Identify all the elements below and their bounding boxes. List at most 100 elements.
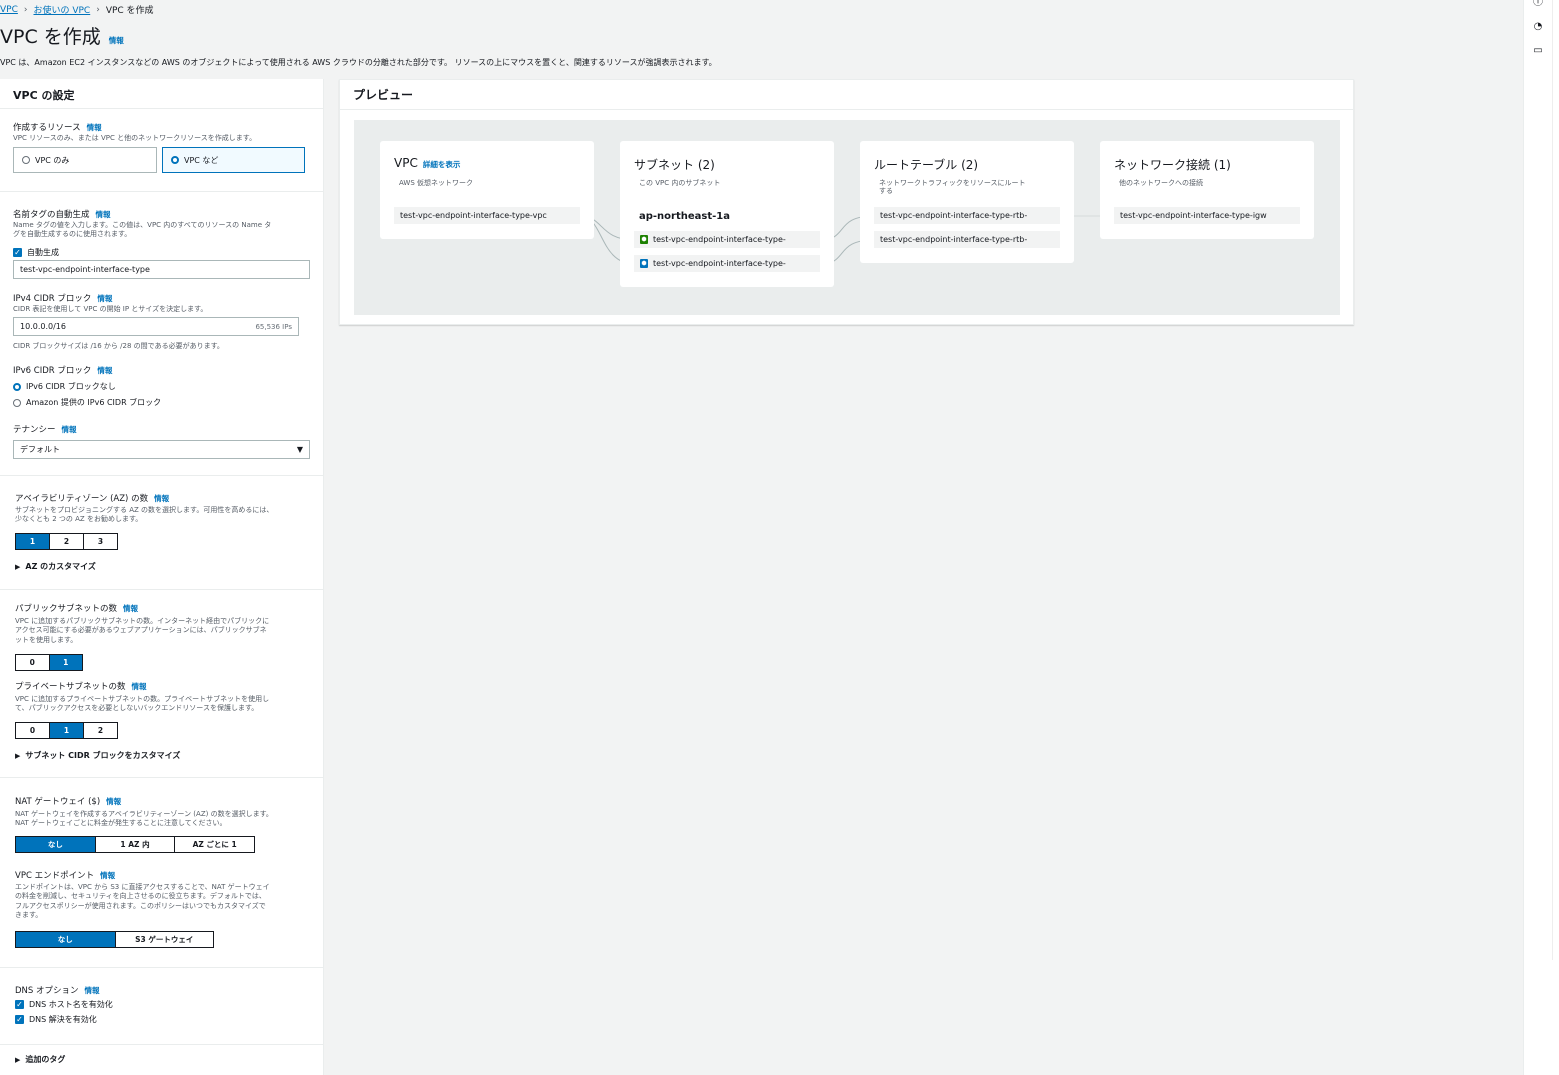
endpoint-none[interactable]: なし — [16, 932, 116, 947]
radio-selected-icon — [171, 156, 179, 164]
route-table-resource[interactable]: test-vpc-endpoint-interface-type-rtb- — [874, 207, 1060, 224]
ipv4-hint: CIDR ブロックサイズは /16 から /28 の間である必要があります。 — [13, 342, 224, 350]
info-link[interactable]: 情報 — [109, 35, 124, 46]
ipv4-cidr-input[interactable]: 10.0.0.0/16 65,536 IPs — [13, 317, 299, 336]
breadcrumb-vpc[interactable]: VPC — [0, 5, 18, 15]
private-subnets-label: プライベートサブネットの数 情報 — [15, 681, 147, 692]
checkbox-checked-icon: ✓ — [13, 248, 22, 257]
info-link[interactable]: 情報 — [96, 209, 111, 220]
preview-canvas: VPC 詳細を表示 AWS 仮想ネットワーク test-vpc-endpoint… — [354, 120, 1340, 315]
az-desc: サブネットをプロビジョニングする AZ の数を選択します。可用性を高めるには、 … — [15, 506, 274, 524]
scrollbar[interactable] — [1551, 0, 1559, 1075]
tenancy-label: テナンシー 情報 — [13, 424, 77, 435]
az-count-1[interactable]: 1 — [16, 534, 50, 549]
az-section: アベイラビリティゾーン (AZ) の数 情報 サブネットをプロビジョニングする … — [0, 476, 323, 590]
vpc-only-option[interactable]: VPC のみ — [13, 147, 157, 173]
radio-selected-icon — [13, 382, 21, 391]
private-subnet-resource[interactable]: ⬢ test-vpc-endpoint-interface-type- — [634, 255, 820, 272]
ipv6-none-radio[interactable]: IPv6 CIDR ブロックなし — [13, 381, 116, 392]
info-link[interactable]: 情報 — [132, 681, 147, 692]
info-link[interactable]: 情報 — [106, 796, 121, 807]
nat-desc: NAT ゲートウェイを作成するアベイラビリティーゾーン (AZ) の数を選択しま… — [15, 810, 273, 828]
private-subnets-0[interactable]: 0 — [16, 723, 50, 738]
ipv6-label: IPv6 CIDR ブロック 情報 — [13, 365, 113, 376]
subnet-cidr-customize-expander[interactable]: ▶ サブネット CIDR ブロックをカスタマイズ — [15, 750, 180, 761]
internet-gateway-resource[interactable]: test-vpc-endpoint-interface-type-igw — [1114, 207, 1300, 224]
vpc-and-more-option[interactable]: VPC など — [162, 147, 305, 173]
vpc-endpoint-selector: なし S3 ゲートウェイ — [15, 931, 214, 948]
nametag-desc: Name タグの値を入力します。この値は、VPC 内のすべてのリソースの Nam… — [13, 221, 272, 239]
breadcrumb-your-vpcs[interactable]: お使いの VPC — [33, 3, 90, 16]
nat-one-az[interactable]: 1 AZ 内 — [95, 837, 176, 852]
additional-tags-expander[interactable]: ▶ 追加のタグ — [15, 1054, 65, 1065]
resources-label: 作成するリソース 情報 — [13, 122, 102, 133]
feedback-icon[interactable]: ▭ — [1532, 45, 1544, 57]
resources-desc: VPC リソースのみ、または VPC と他のネットワークリソースを作成します。 — [13, 134, 257, 142]
vpc-card-subtitle: AWS 仮想ネットワーク — [399, 179, 473, 187]
info-link[interactable]: 情報 — [123, 603, 138, 614]
radio-icon — [13, 398, 21, 407]
vpc-only-label: VPC のみ — [35, 155, 70, 165]
public-subnets-1[interactable]: 1 — [49, 655, 82, 670]
dns-label: DNS オプション 情報 — [15, 985, 100, 996]
vpc-settings-panel: VPC の設定 作成するリソース 情報 VPC リソースのみ、または VPC と… — [0, 79, 324, 1075]
vpc-card-title: VPC 詳細を表示 — [394, 156, 461, 170]
az-count-selector: 1 2 3 — [15, 533, 118, 550]
ipv4-desc: CIDR 表記を使用して VPC の開始 IP とサイズを決定します。 — [13, 305, 208, 313]
clock-icon[interactable]: ◔ — [1532, 21, 1544, 33]
network-connection-card-subtitle: 他のネットワークへの接続 — [1119, 179, 1203, 187]
vpc-and-more-label: VPC など — [184, 155, 219, 165]
info-link[interactable]: 情報 — [97, 293, 112, 304]
breadcrumb-current: VPC を作成 — [105, 6, 154, 16]
public-subnets-0[interactable]: 0 — [16, 655, 50, 670]
scrollbar-thumb[interactable] — [1552, 0, 1557, 960]
panel-title: VPC の設定 — [0, 79, 323, 109]
info-link[interactable]: 情報 — [62, 424, 77, 435]
az-customize-expander[interactable]: ▶ AZ のカスタマイズ — [15, 561, 96, 572]
radio-icon — [22, 156, 30, 164]
public-subnets-label: パブリックサブネットの数 情報 — [15, 603, 139, 614]
az-count-2[interactable]: 2 — [50, 534, 84, 549]
subnet-card-subtitle: この VPC 内のサブネット — [639, 179, 721, 187]
nametag-input[interactable]: test-vpc-endpoint-interface-type — [13, 260, 310, 279]
page-title: VPC を作成 — [0, 26, 101, 48]
ip-count: 65,536 IPs — [255, 322, 292, 331]
route-table-card: ルートテーブル (2) ネットワークトラフィックをリソースにルート する tes… — [860, 141, 1074, 263]
ipv6-amazon-radio[interactable]: Amazon 提供の IPv6 CIDR ブロック — [13, 397, 161, 408]
auto-generate-checkbox[interactable]: ✓ 自動生成 — [13, 247, 59, 258]
route-table-resource[interactable]: test-vpc-endpoint-interface-type-rtb- — [874, 231, 1060, 248]
private-subnets-2[interactable]: 2 — [84, 723, 117, 738]
info-link[interactable]: 情報 — [85, 985, 100, 996]
preview-title: プレビュー — [340, 80, 1353, 110]
route-table-card-subtitle: ネットワークトラフィックをリソースにルート する — [879, 179, 1026, 196]
dns-hostnames-checkbox[interactable]: ✓ DNS ホスト名を有効化 — [15, 999, 113, 1010]
info-circle-icon[interactable]: ⓘ — [1532, 0, 1544, 9]
vpc-resource[interactable]: test-vpc-endpoint-interface-type-vpc — [394, 207, 580, 224]
info-link[interactable]: 情報 — [97, 365, 112, 376]
nat-gateway-selector: なし 1 AZ 内 AZ ごとに 1 — [15, 836, 255, 853]
preview-panel: プレビュー VPC 詳細を表示 AWS 仮想ネットワーク test-vpc-en… — [339, 79, 1354, 325]
info-link[interactable]: 情報 — [100, 870, 115, 881]
tenancy-select[interactable]: デフォルト ▼ — [13, 440, 310, 459]
private-subnets-1[interactable]: 1 — [50, 723, 84, 738]
az-label: アベイラビリティゾーン (AZ) の数 情報 — [15, 493, 170, 504]
nat-none[interactable]: なし — [16, 837, 96, 852]
chevron-right-icon: › — [23, 4, 28, 15]
endpoint-s3-gateway[interactable]: S3 ゲートウェイ — [115, 932, 213, 947]
nat-label: NAT ゲートウェイ ($) 情報 — [15, 796, 122, 807]
dns-section: DNS オプション 情報 ✓ DNS ホスト名を有効化 ✓ DNS 解決を有効化 — [0, 968, 323, 1045]
nat-per-az[interactable]: AZ ごとに 1 — [175, 837, 255, 852]
info-link[interactable]: 情報 — [154, 493, 169, 504]
info-link[interactable]: 情報 — [87, 122, 102, 133]
page-description: VPC は、Amazon EC2 インスタンスなどの AWS のオブジェクトによ… — [0, 58, 717, 67]
dns-resolution-checkbox[interactable]: ✓ DNS 解決を有効化 — [15, 1014, 97, 1025]
vpc-details-link[interactable]: 詳細を表示 — [423, 159, 461, 170]
caret-down-icon: ▼ — [296, 445, 303, 454]
public-subnet-resource[interactable]: ⬢ test-vpc-endpoint-interface-type- — [634, 231, 820, 248]
network-config-section: 名前タグの自動生成 情報 Name タグの値を入力します。この値は、VPC 内の… — [0, 192, 323, 476]
nat-endpoint-section: NAT ゲートウェイ ($) 情報 NAT ゲートウェイを作成するアベイラビリテ… — [0, 778, 323, 968]
network-connection-card-title: ネットワーク接続 (1) — [1114, 158, 1231, 172]
az-count-3[interactable]: 3 — [84, 534, 117, 549]
checkbox-checked-icon: ✓ — [15, 1000, 24, 1009]
private-subnets-selector: 0 1 2 — [15, 722, 118, 739]
